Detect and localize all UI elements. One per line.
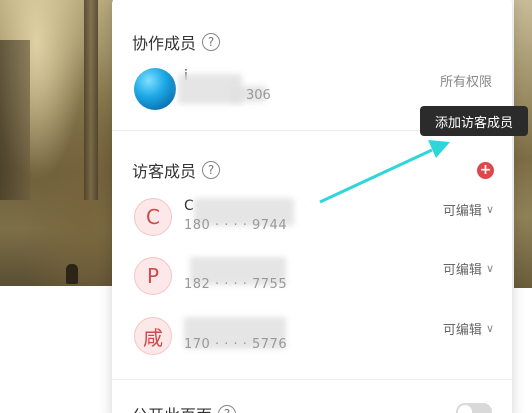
public-page-heading: 公开此页面 ? [132,402,237,413]
help-circle-icon[interactable]: ? [218,405,237,413]
public-page-toggle[interactable] [456,403,492,413]
add-visitor-button[interactable]: + [477,162,494,179]
painting-tree [84,0,98,200]
visitor-phone: 180 · · · · 9744 [184,218,288,233]
visitor-permission-dropdown[interactable]: 可编辑 ∨ [443,319,494,338]
visitor-row: C C 180 · · · · 9744 可编辑 ∨ [134,198,494,242]
background-painting-left [0,0,122,286]
public-page-label: 公开此页面 [132,402,212,413]
owner-id: 306 [246,88,271,103]
painting-tree [0,40,30,200]
visitors-title: 访客成员 [132,162,197,181]
section-divider [112,379,512,380]
visitor-row: 咸 170 · · · · 5776 可编辑 ∨ [134,317,494,361]
visitor-row: P 182 · · · · 7755 可编辑 ∨ [134,257,494,301]
collaborators-title: 协作成员 [132,34,197,53]
chevron-down-icon: ∨ [485,262,494,275]
visitor-phone: 182 · · · · 7755 [184,277,288,292]
permission-label: 可编辑 [442,323,482,338]
visitor-avatar: P [134,257,172,295]
help-circle-icon[interactable]: ? [202,161,221,179]
help-circle-icon[interactable]: ? [202,33,221,51]
collaborators-heading: 协作成员 ? [132,30,221,54]
chevron-down-icon: ∨ [485,322,494,335]
visitor-phone: 170 · · · · 5776 [184,337,288,352]
chevron-down-icon: ∨ [485,203,494,216]
owner-permission: 所有权限 [439,75,492,90]
share-members-panel: 协作成员 ? i 306 所有权限 访客成员 ? + C C 180 · · ·… [112,0,512,413]
visitor-name: C [184,198,194,214]
permission-label: 可编辑 [442,263,482,278]
background-painting-right [514,0,532,288]
visitor-avatar: C [134,198,172,236]
owner-avatar [134,68,176,110]
visitors-heading: 访客成员 ? [132,158,221,182]
add-visitor-tooltip: 添加访客成员 [420,106,528,136]
visitor-avatar: 咸 [134,317,172,355]
permission-label: 可编辑 [442,204,482,219]
visitor-permission-dropdown[interactable]: 可编辑 ∨ [443,200,494,219]
painting-figure [66,264,78,284]
visitor-permission-dropdown[interactable]: 可编辑 ∨ [443,259,494,278]
